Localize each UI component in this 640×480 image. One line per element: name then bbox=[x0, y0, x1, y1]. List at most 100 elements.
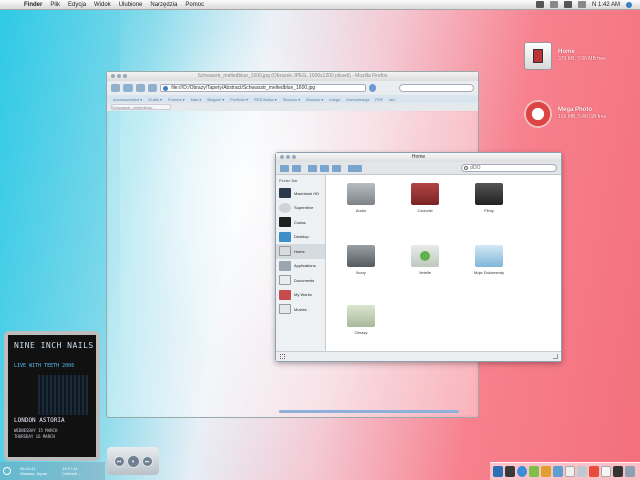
preferences-dock-icon[interactable] bbox=[577, 466, 587, 477]
sidebar-item-movies[interactable]: Movies bbox=[276, 302, 325, 317]
menu-ulubione[interactable]: Ulubione bbox=[119, 2, 143, 8]
movies-icon bbox=[279, 304, 291, 315]
folder-ikony[interactable]: Ikony bbox=[341, 245, 381, 275]
bookmark-item[interactable]: Stocons ▾ bbox=[283, 97, 301, 102]
bookmark-item[interactable]: Accessoriabsd ▾ bbox=[113, 97, 142, 102]
trash-dock-icon[interactable] bbox=[625, 466, 635, 477]
column-view-button[interactable] bbox=[332, 164, 341, 172]
bookmark-item[interactable]: Muzkoo ▾ bbox=[306, 97, 323, 102]
bookmark-item[interactable]: Blogare ▾ bbox=[207, 97, 224, 102]
previous-track-button[interactable]: ⏮ bbox=[113, 455, 125, 467]
applications-icon bbox=[279, 260, 291, 271]
list-view-button[interactable] bbox=[320, 164, 329, 172]
mail-dock-icon[interactable] bbox=[553, 466, 563, 477]
minimize-window-button[interactable] bbox=[286, 155, 290, 159]
bookmark-item[interactable]: Inlogo bbox=[329, 97, 340, 102]
bookmark-item[interactable]: Forums ▾ bbox=[168, 97, 185, 102]
minimize-window-button[interactable] bbox=[117, 74, 121, 78]
bookmark-item[interactable]: Grafis ▾ bbox=[148, 97, 162, 102]
clock-widget[interactable]: 14:17:41 Ceterraf... bbox=[62, 466, 80, 476]
desktop-icon-sub: 102 MB, 5.48 GB free bbox=[558, 114, 607, 120]
documents-folder-icon bbox=[475, 245, 503, 267]
sidebar-item-label: Macintosh HD bbox=[294, 190, 320, 196]
action-menu-button[interactable] bbox=[348, 164, 362, 172]
browser-titlebar[interactable]: Schwasstr_meltedblue_1600.jpg (Obrazek J… bbox=[107, 72, 478, 81]
spotlight-icon[interactable] bbox=[626, 1, 632, 8]
folder-label: Ikony bbox=[356, 270, 366, 275]
view-options-icon[interactable] bbox=[280, 354, 285, 359]
concert-poster-widget: NINE INCH NAILS LIVE WITH TEETH 2006 LON… bbox=[4, 331, 100, 461]
app-dock-icon[interactable] bbox=[541, 466, 551, 477]
notes-dock-icon[interactable] bbox=[601, 466, 611, 477]
bookmark-item[interactable]: Portfolio ▾ bbox=[230, 97, 248, 102]
back-button[interactable] bbox=[280, 164, 289, 172]
folder-filmy[interactable]: Filmy bbox=[469, 183, 509, 213]
finder-dock-icon[interactable] bbox=[493, 466, 503, 477]
pause-button[interactable]: ⏸ bbox=[126, 454, 140, 468]
resize-grip-icon[interactable] bbox=[553, 354, 558, 359]
sidebar-item-codas[interactable]: Codas bbox=[276, 215, 325, 230]
bookmark-item[interactable]: Mac ▾ bbox=[191, 97, 202, 102]
menu-pomoc[interactable]: Pomoc bbox=[185, 2, 204, 8]
menubar-wifi-icon[interactable] bbox=[549, 1, 558, 8]
home-button[interactable] bbox=[147, 84, 158, 92]
menu-narzedzia[interactable]: Narzędzia bbox=[150, 2, 177, 8]
volume-icon bbox=[279, 217, 291, 228]
go-button[interactable] bbox=[368, 84, 377, 92]
menubar-volume-icon[interactable] bbox=[577, 1, 586, 8]
menu-plik[interactable]: Plik bbox=[50, 2, 60, 8]
document-dock-icon[interactable] bbox=[565, 466, 575, 477]
sidebar-item-home[interactable]: Home bbox=[276, 244, 325, 259]
terminal-dock-icon[interactable] bbox=[505, 466, 515, 477]
bookmark-item[interactable]: PDF bbox=[375, 97, 383, 102]
sidebar-item-my-works[interactable]: My Works bbox=[276, 288, 325, 303]
url-input[interactable]: file:///D:/Obrazy/Tapety/Abstract/Schwas… bbox=[160, 84, 366, 92]
sidebar-item-documents[interactable]: Documents bbox=[276, 273, 325, 288]
horizontal-scrollbar[interactable] bbox=[279, 410, 459, 413]
menubar-status-icon[interactable] bbox=[535, 1, 544, 8]
zoom-window-button[interactable] bbox=[123, 74, 127, 78]
desktop-icon-mega-photo[interactable]: Mega Photo 102 MB, 5.48 GB free bbox=[524, 100, 606, 128]
desktop-icon-home[interactable]: Home 370 KB, 7.66 MB free bbox=[524, 42, 606, 70]
icon-view-button[interactable] bbox=[308, 164, 317, 172]
menubar-battery-icon[interactable] bbox=[563, 1, 572, 8]
back-button[interactable] bbox=[111, 84, 121, 92]
messenger-dock-icon[interactable] bbox=[529, 466, 539, 477]
zoom-window-button[interactable] bbox=[292, 155, 296, 159]
sidebar-item-macintosh-hd[interactable]: Macintosh HD bbox=[276, 186, 325, 201]
pictures-folder-icon bbox=[347, 305, 375, 327]
sidebar-item-desktop[interactable]: Desktop bbox=[276, 230, 325, 245]
close-window-button[interactable] bbox=[111, 74, 115, 78]
menu-widok[interactable]: Widok bbox=[94, 2, 111, 8]
folder-audio[interactable]: Audio bbox=[341, 183, 381, 213]
sidebar-item-applications[interactable]: Applications bbox=[276, 259, 325, 274]
finder-search-input[interactable]: dOO bbox=[461, 164, 557, 172]
clock-widget[interactable]: 06:42:41 Warsaw, Japan bbox=[20, 466, 47, 476]
folder-label: Czcionki bbox=[417, 208, 433, 213]
poster-venue: LONDON ASTORIA bbox=[14, 417, 65, 424]
finder-titlebar[interactable]: Home bbox=[276, 153, 561, 162]
sidebar-item-label: Applications bbox=[294, 263, 316, 269]
folder-czcionki[interactable]: Czcionki bbox=[405, 183, 445, 213]
menu-edycja[interactable]: Edycja bbox=[68, 2, 86, 8]
menubar-clock[interactable]: N 1:42 AM bbox=[592, 2, 620, 8]
forward-button[interactable] bbox=[123, 84, 133, 92]
folder-obrazy[interactable]: Obrazy bbox=[341, 305, 381, 335]
browser-dock-icon[interactable] bbox=[517, 466, 527, 477]
bookmark-item[interactable]: iart bbox=[389, 97, 395, 102]
bookmark-item[interactable]: Komunixacja bbox=[346, 97, 369, 102]
sidebar-item-superdrive[interactable]: Superdrive bbox=[276, 201, 325, 216]
forward-button[interactable] bbox=[292, 164, 301, 172]
browser-search-input[interactable] bbox=[399, 84, 474, 92]
browser-tab[interactable]: Schwasstr_meltedblue... bbox=[111, 104, 171, 110]
bookmark-item[interactable]: RSS Nokia ▾ bbox=[254, 97, 277, 102]
player-dock-icon[interactable] bbox=[613, 466, 623, 477]
disc-icon bbox=[279, 202, 291, 213]
folder-moje-dokumenty[interactable]: Moje Dokumenty bbox=[469, 245, 509, 275]
media-dock-icon[interactable] bbox=[589, 466, 599, 477]
next-track-button[interactable]: ⏭ bbox=[141, 455, 153, 467]
menu-finder[interactable]: Finder bbox=[24, 2, 42, 8]
reload-button[interactable] bbox=[135, 84, 145, 92]
close-window-button[interactable] bbox=[280, 155, 284, 159]
folder-vetelle[interactable]: Vetelle bbox=[405, 245, 445, 275]
